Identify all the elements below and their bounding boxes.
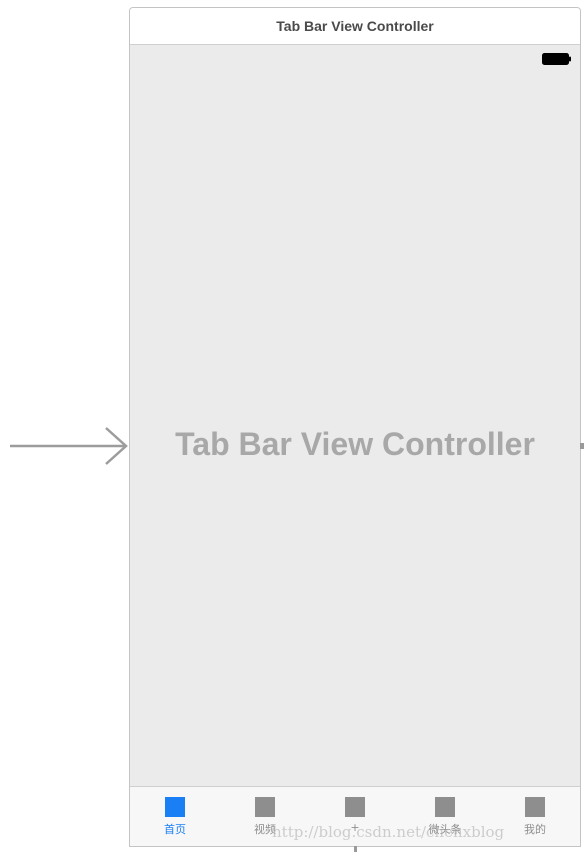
tab-placeholder-icon [345, 797, 365, 817]
tab-placeholder-icon [255, 797, 275, 817]
segue-connector[interactable] [354, 846, 357, 852]
storyboard-canvas: Tab Bar View Controller Tab Bar View Con… [0, 0, 584, 852]
placeholder-title: Tab Bar View Controller [175, 426, 535, 462]
tab-label: 我的 [524, 823, 546, 836]
tab-placeholder-icon [435, 797, 455, 817]
segue-connector[interactable] [580, 443, 584, 449]
scene-header-title: Tab Bar View Controller [276, 18, 434, 34]
tab-placeholder-icon [165, 797, 185, 817]
scene-header[interactable]: Tab Bar View Controller [130, 8, 580, 45]
entry-arrow-icon[interactable] [10, 424, 132, 468]
battery-icon [542, 53, 571, 65]
tab-bar-view-controller-scene[interactable]: Tab Bar View Controller Tab Bar View Con… [129, 7, 581, 847]
tab-label: 首页 [164, 823, 186, 836]
tab-item-home[interactable]: 首页 [130, 787, 220, 846]
watermark: http://blog.csdn.net/chenxblog [272, 823, 505, 841]
tab-placeholder-icon [525, 797, 545, 817]
